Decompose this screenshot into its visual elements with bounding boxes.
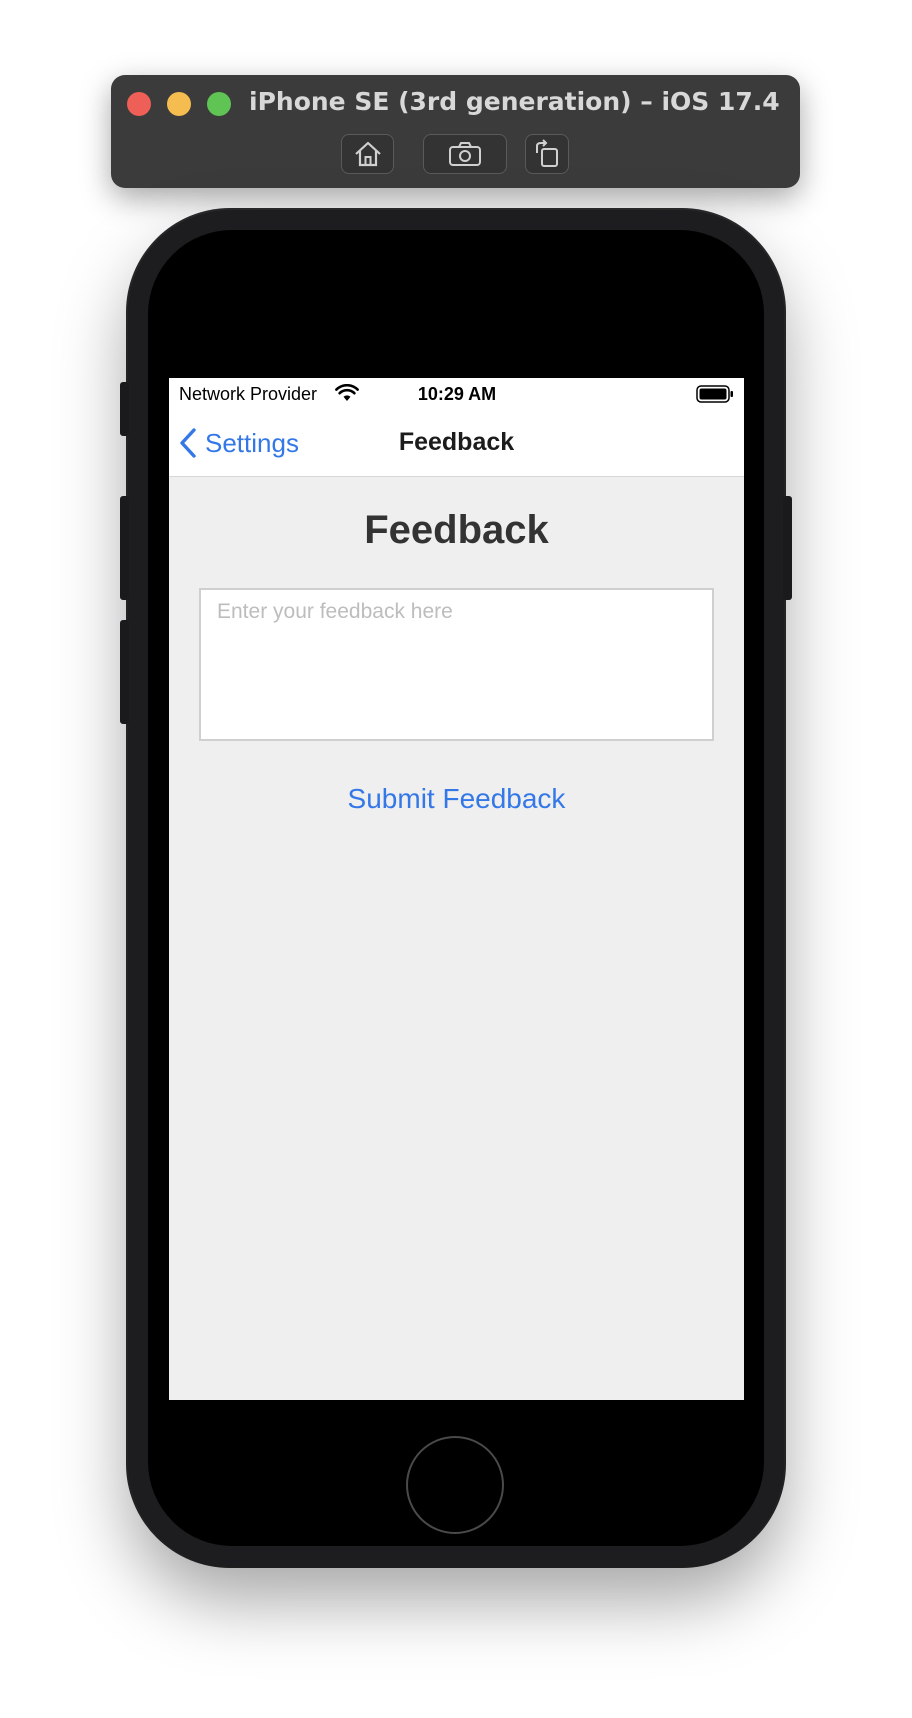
page-title: Feedback <box>364 508 549 552</box>
battery-icon <box>696 385 733 403</box>
submit-feedback-button[interactable]: Submit Feedback <box>169 782 744 816</box>
status-bar: Network Provider 10:29 AM <box>169 378 744 410</box>
side-power-button <box>783 496 792 600</box>
wifi-icon <box>335 384 359 401</box>
rotate-button[interactable] <box>525 134 569 174</box>
screenshot-button[interactable] <box>423 134 507 174</box>
screenshot-icon <box>449 142 481 166</box>
minimize-window-button[interactable] <box>167 92 191 116</box>
home-button[interactable] <box>406 1436 504 1534</box>
simulator-toolbar: iPhone SE (3rd generation) – iOS 17.4 <box>111 75 800 188</box>
feedback-input[interactable] <box>199 588 714 741</box>
stage: iPhone SE (3rd generation) – iOS 17.4 Ne… <box>0 0 912 1718</box>
close-window-button[interactable] <box>127 92 151 116</box>
home-icon <box>354 141 381 167</box>
home-button-simulator[interactable] <box>341 134 394 174</box>
rotate-icon <box>536 139 558 167</box>
mute-switch <box>120 382 129 436</box>
carrier-label: Network Provider <box>179 384 318 404</box>
simulator-title: iPhone SE (3rd generation) – iOS 17.4 <box>249 87 780 116</box>
navigation-bar: Settings Feedback <box>169 410 744 477</box>
nav-title: Feedback <box>398 428 515 456</box>
app-screen: Network Provider 10:29 AM Settings Feedb… <box>169 378 744 1400</box>
status-time: 10:29 AM <box>417 384 497 404</box>
zoom-window-button[interactable] <box>207 92 231 116</box>
volume-down-button <box>120 620 129 724</box>
volume-up-button <box>120 496 129 600</box>
